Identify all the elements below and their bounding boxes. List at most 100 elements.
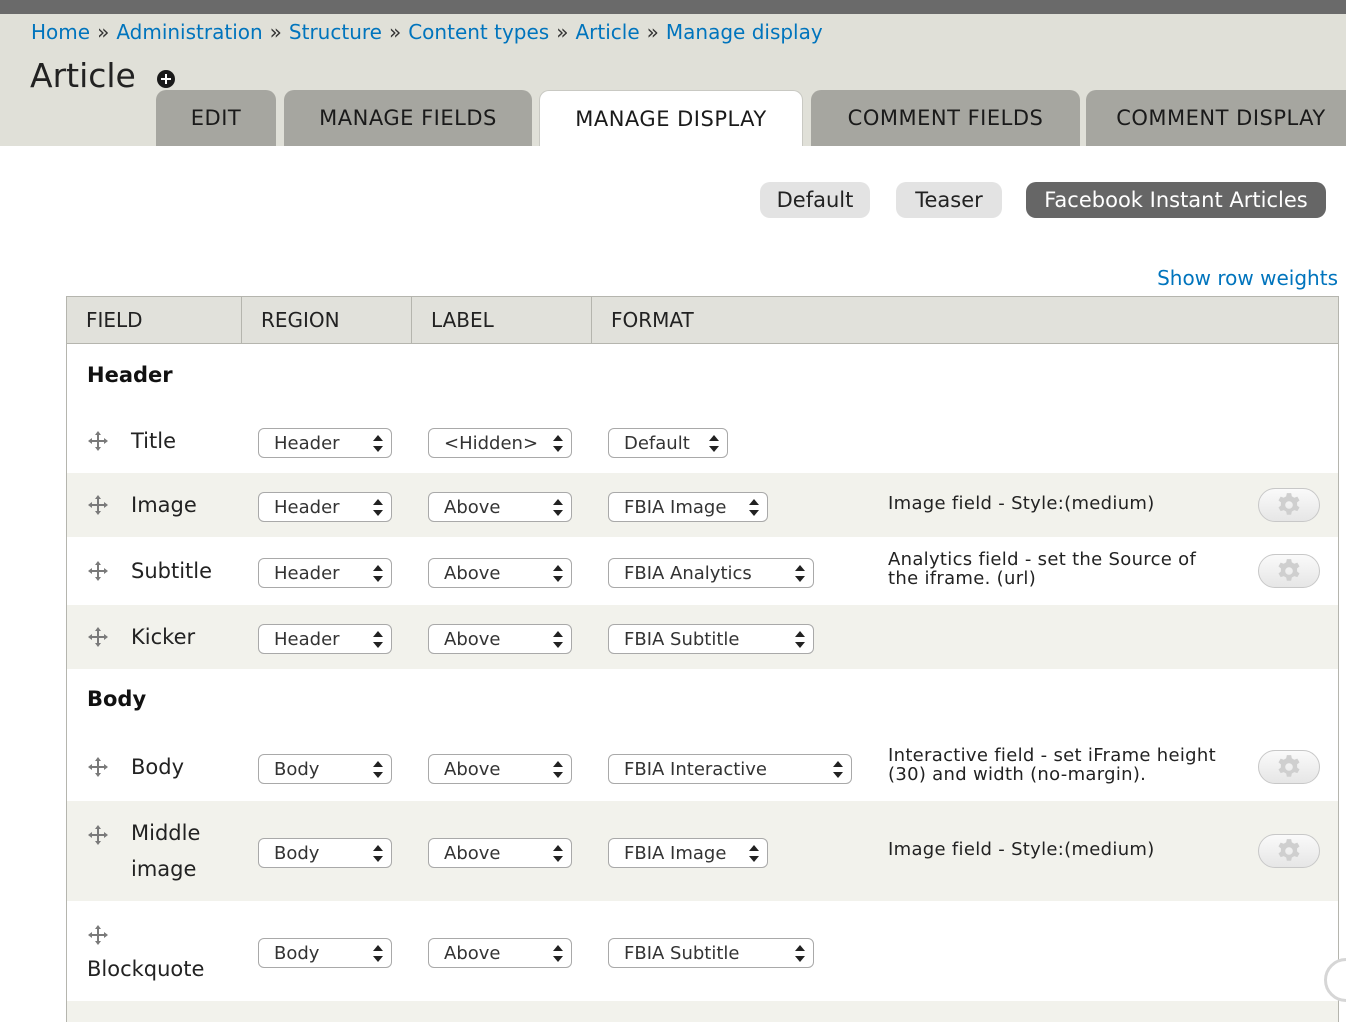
formatter-settings-button[interactable]: [1258, 488, 1320, 522]
display-mode-default[interactable]: Default: [760, 182, 870, 218]
gear-icon: [1276, 838, 1302, 864]
select-arrows-icon: [553, 845, 563, 862]
breadcrumb-article[interactable]: Article: [575, 20, 639, 44]
label-select[interactable]: Above: [428, 754, 572, 784]
format-select[interactable]: FBIA Interactive: [608, 754, 852, 784]
drag-handle-icon[interactable]: [87, 494, 109, 516]
display-mode-teaser[interactable]: Teaser: [896, 182, 1002, 218]
formatter-summary: Image field - Style:(medium): [888, 839, 1155, 860]
select-arrows-icon: [553, 631, 563, 648]
column-header-region: REGION: [242, 297, 412, 343]
formatter-summary-line: (30) and width (no-margin).: [888, 764, 1147, 785]
region-title-header: Header: [87, 363, 173, 387]
breadcrumb-structure[interactable]: Structure: [289, 20, 382, 44]
region-select[interactable]: Body: [258, 938, 392, 968]
select-arrows-icon: [373, 761, 383, 778]
table-row: Subtitle Header Above FBIA Analytics Ana…: [67, 537, 1338, 605]
region-select-value: Body: [274, 842, 320, 864]
tab-comment-fields[interactable]: COMMENT FIELDS: [811, 90, 1080, 146]
select-arrows-icon: [833, 761, 843, 778]
table-header: FIELD REGION LABEL FORMAT: [67, 297, 1338, 344]
tab-manage-display[interactable]: MANAGE DISPLAY: [539, 90, 803, 146]
table-row: Blockquote Body Above FBIA Subtitle: [67, 901, 1338, 1001]
field-name: Middle image: [131, 815, 200, 887]
format-select-value: FBIA Subtitle: [624, 942, 740, 964]
formatter-settings-button[interactable]: [1258, 834, 1320, 868]
label-select-value: Above: [444, 842, 501, 864]
label-select[interactable]: Above: [428, 838, 572, 868]
format-select[interactable]: FBIA Subtitle: [608, 938, 814, 968]
field-name: Kicker: [131, 625, 196, 649]
drag-handle-icon[interactable]: [87, 626, 109, 648]
region-select[interactable]: Header: [258, 624, 392, 654]
table-row: Body Body Above FBIA Interactive Interac…: [67, 733, 1338, 801]
breadcrumb-separator: »: [97, 20, 110, 44]
region-select-value: Header: [274, 432, 340, 454]
select-arrows-icon: [373, 845, 383, 862]
region-select[interactable]: Body: [258, 838, 392, 868]
table-row: Kicker Header Above FBIA Subtitle: [67, 605, 1338, 669]
add-shortcut-icon[interactable]: [157, 70, 175, 88]
format-select[interactable]: FBIA Analytics: [608, 558, 814, 588]
tab-comment-display[interactable]: COMMENT DISPLAY: [1086, 90, 1346, 146]
label-select[interactable]: Above: [428, 492, 572, 522]
label-select[interactable]: Above: [428, 558, 572, 588]
field-name: Blockquote: [87, 957, 205, 981]
field-name: Body: [131, 755, 185, 779]
breadcrumb-content-types[interactable]: Content types: [408, 20, 549, 44]
region-select[interactable]: Header: [258, 428, 392, 458]
region-select-value: Body: [274, 942, 320, 964]
formatter-summary: Image field - Style:(medium): [888, 493, 1155, 514]
table-row: Middle image Body Above FBIA Image Image…: [67, 801, 1338, 901]
drag-handle-icon[interactable]: [87, 430, 109, 452]
format-select[interactable]: FBIA Subtitle: [608, 624, 814, 654]
select-arrows-icon: [553, 761, 563, 778]
select-arrows-icon: [553, 435, 563, 452]
field-name-line: Middle: [131, 821, 201, 845]
format-select[interactable]: Default: [608, 428, 728, 458]
select-arrows-icon: [373, 631, 383, 648]
select-arrows-icon: [373, 499, 383, 516]
drag-handle-icon[interactable]: [87, 756, 109, 778]
admin-toolbar: [0, 0, 1346, 14]
select-arrows-icon: [749, 845, 759, 862]
label-select[interactable]: Above: [428, 624, 572, 654]
format-select-value: Default: [624, 432, 690, 454]
display-mode-facebook-instant-articles[interactable]: Facebook Instant Articles: [1026, 182, 1326, 218]
column-header-label: LABEL: [412, 297, 592, 343]
breadcrumb-separator: »: [556, 20, 569, 44]
region-select[interactable]: Header: [258, 492, 392, 522]
show-row-weights-link[interactable]: Show row weights: [1157, 266, 1338, 290]
gear-icon: [1276, 558, 1302, 584]
region-select-value: Body: [274, 758, 320, 780]
format-select-value: FBIA Image: [624, 842, 727, 864]
formatter-settings-button[interactable]: [1258, 554, 1320, 588]
region-select[interactable]: Header: [258, 558, 392, 588]
drag-handle-icon[interactable]: [87, 560, 109, 582]
formatter-settings-button[interactable]: [1258, 750, 1320, 784]
label-select-value: <Hidden>: [444, 432, 539, 454]
breadcrumb-administration[interactable]: Administration: [116, 20, 262, 44]
format-select[interactable]: FBIA Image: [608, 838, 768, 868]
table-row: Title Header <Hidden> Default: [67, 409, 1338, 473]
select-arrows-icon: [373, 945, 383, 962]
gear-icon: [1276, 754, 1302, 780]
label-select[interactable]: Above: [428, 938, 572, 968]
select-arrows-icon: [795, 565, 805, 582]
breadcrumb: Home» Administration» Structure» Content ty…: [31, 20, 823, 44]
field-name: Subtitle: [131, 559, 213, 583]
region-select[interactable]: Body: [258, 754, 392, 784]
gear-icon: [1276, 492, 1302, 518]
tab-edit[interactable]: EDIT: [156, 90, 276, 146]
select-arrows-icon: [553, 565, 563, 582]
formatter-summary: Interactive field - set iFrame height (3…: [888, 746, 1216, 784]
table-row: [67, 1001, 1338, 1022]
breadcrumb-manage-display[interactable]: Manage display: [666, 20, 823, 44]
label-select[interactable]: <Hidden>: [428, 428, 572, 458]
drag-handle-icon[interactable]: [87, 924, 109, 946]
tab-manage-fields[interactable]: MANAGE FIELDS: [284, 90, 532, 146]
select-arrows-icon: [553, 499, 563, 516]
breadcrumb-home[interactable]: Home: [31, 20, 90, 44]
format-select[interactable]: FBIA Image: [608, 492, 768, 522]
drag-handle-icon[interactable]: [87, 824, 109, 846]
